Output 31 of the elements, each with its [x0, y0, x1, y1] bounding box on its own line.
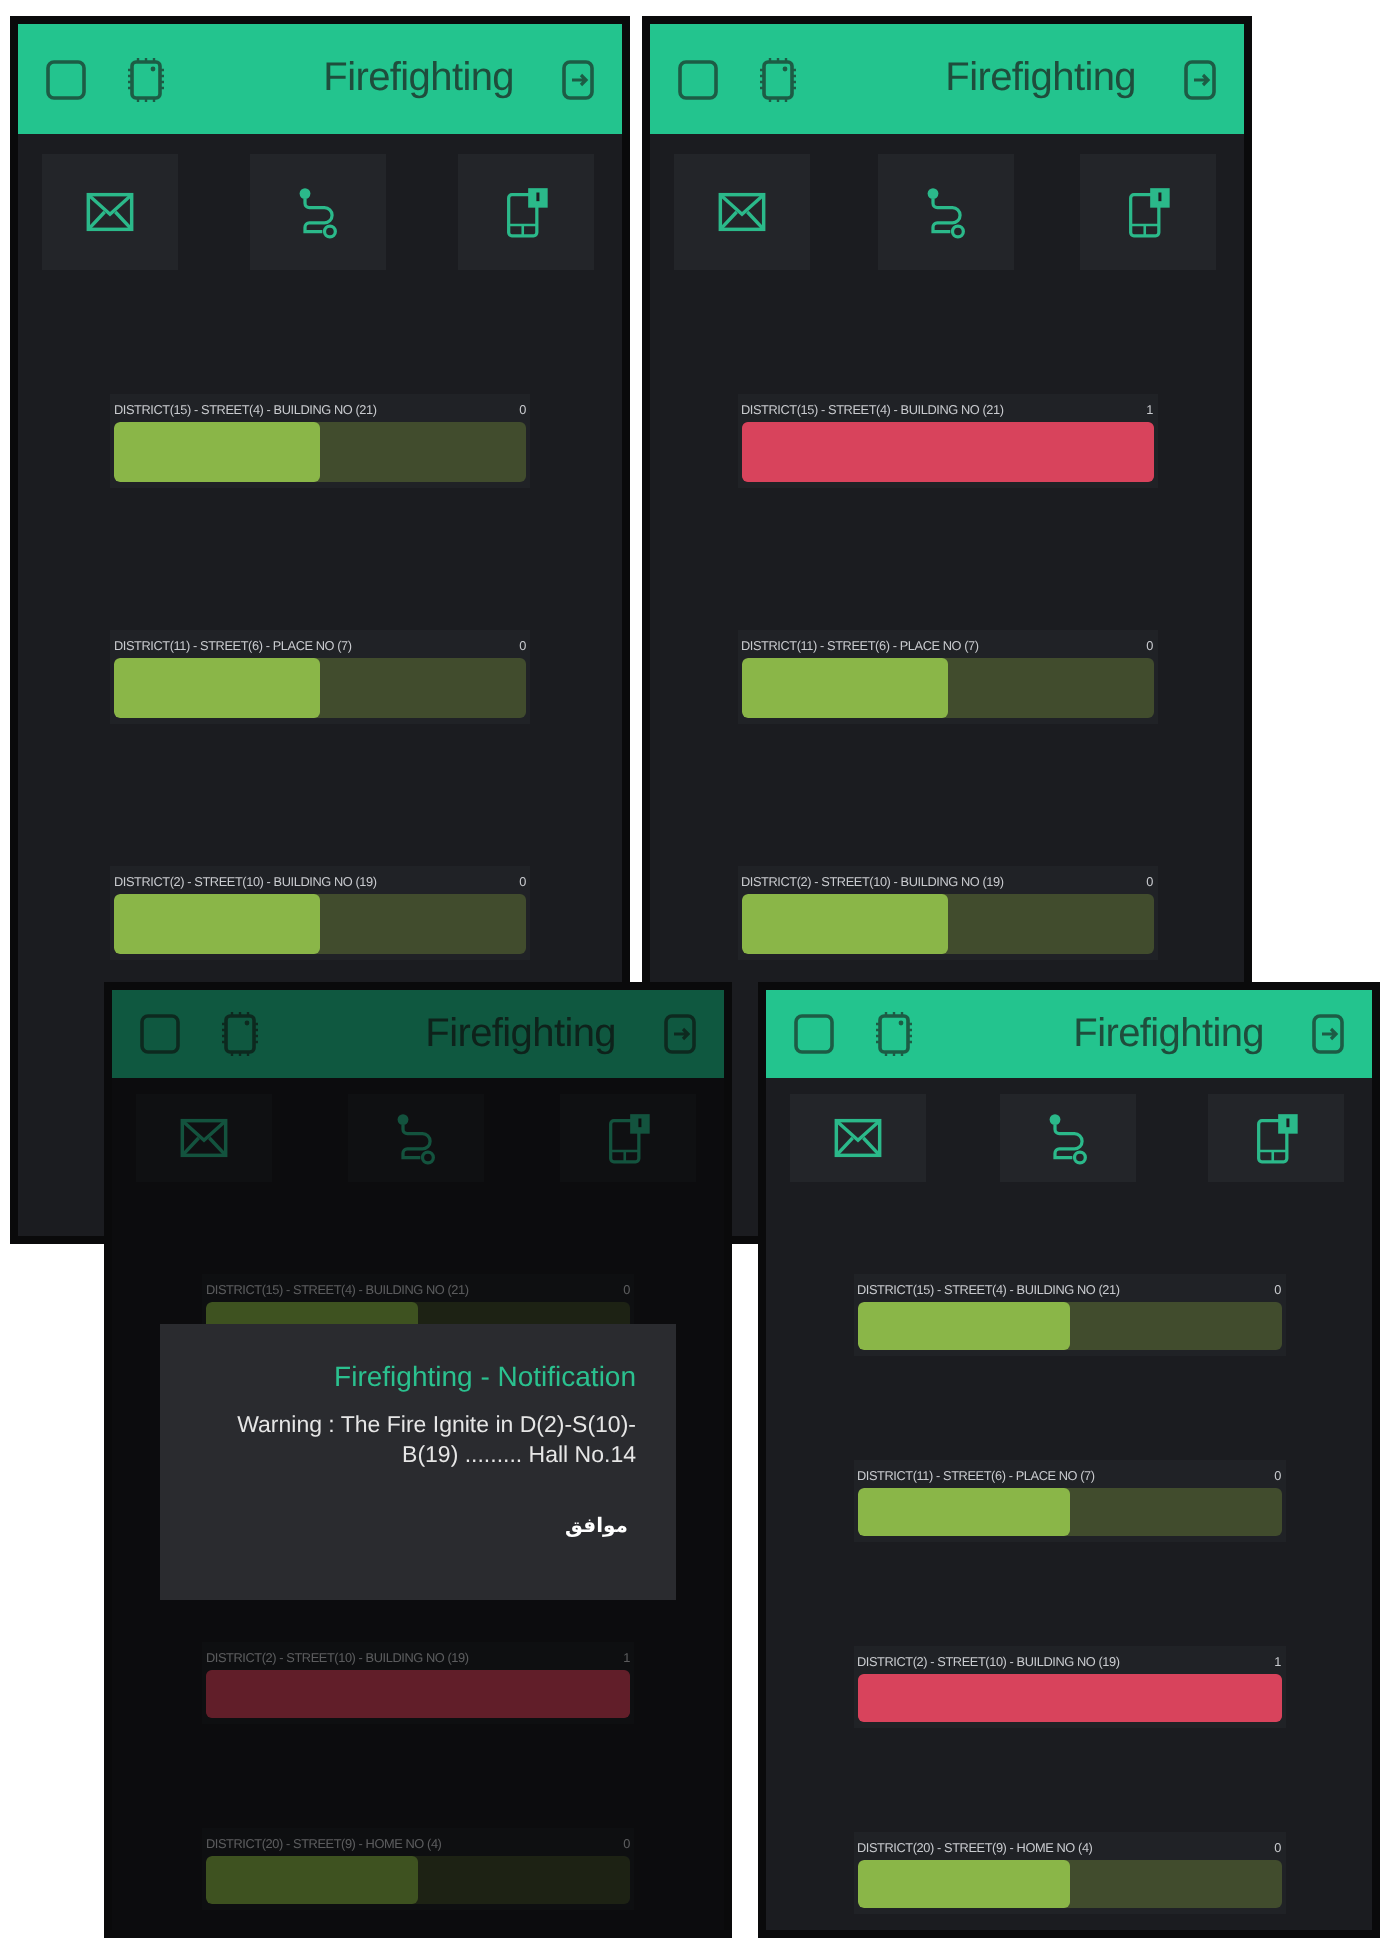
- square-button[interactable]: [790, 1010, 838, 1058]
- dialog-message: Warning : The Fire Ignite in D(2)-S(10)-B(19) ......... Hall No.14: [235, 1412, 636, 1472]
- chip-icon: [216, 1010, 264, 1058]
- square-button[interactable]: [136, 1010, 184, 1058]
- tab-button[interactable]: [458, 154, 594, 270]
- tab-button[interactable]: [877, 154, 1013, 270]
- chip-icon: [754, 55, 802, 103]
- chip-button[interactable]: [754, 55, 802, 103]
- tab-button[interactable]: [790, 1094, 926, 1182]
- chip-button[interactable]: [216, 1010, 264, 1058]
- tab-button[interactable]: [1080, 154, 1216, 270]
- square-button[interactable]: [42, 55, 90, 103]
- chip-button[interactable]: [870, 1010, 918, 1058]
- square-button[interactable]: [674, 55, 722, 103]
- tab-button[interactable]: [674, 154, 810, 270]
- ok-button[interactable]: موافق: [557, 1511, 636, 1542]
- tab-button[interactable]: [250, 154, 386, 270]
- tab-button[interactable]: [42, 154, 178, 270]
- app-title: Firefighting: [1071, 1011, 1266, 1057]
- square-icon: [136, 1010, 184, 1058]
- square-icon: [790, 1010, 838, 1058]
- dialog-title: Firefighting - Notification: [334, 1360, 636, 1392]
- chip-icon: [870, 1010, 918, 1058]
- square-icon: [674, 55, 722, 103]
- app-title: Firefighting: [943, 56, 1138, 102]
- tab-button[interactable]: [1208, 1094, 1344, 1182]
- square-icon: [42, 55, 90, 103]
- chip-icon: [122, 55, 170, 103]
- tab-button[interactable]: [999, 1094, 1135, 1182]
- app-title: Firefighting: [321, 56, 516, 102]
- chip-button[interactable]: [122, 55, 170, 103]
